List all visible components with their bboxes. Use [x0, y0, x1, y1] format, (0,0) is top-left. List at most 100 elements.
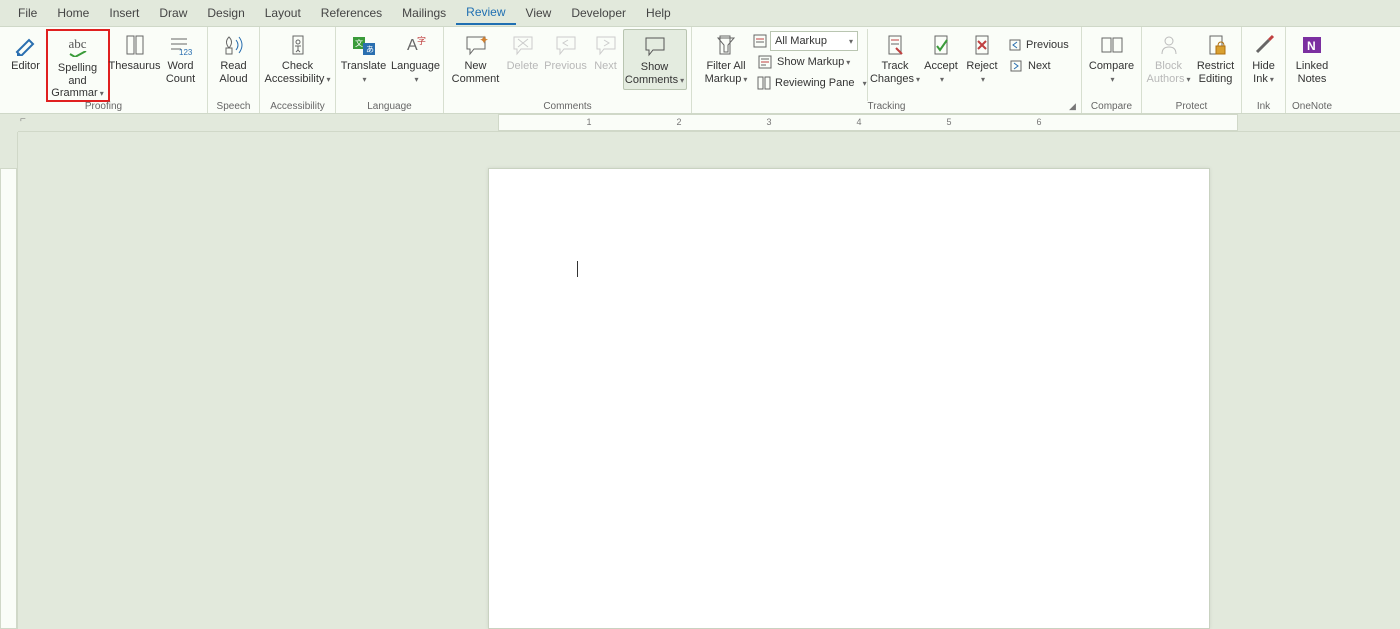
translate-button[interactable]: 文あ Translate▾ [338, 29, 390, 88]
new-comment-button[interactable]: ✦ New Comment [449, 29, 503, 88]
compare-button[interactable]: Compare▾ [1085, 29, 1139, 88]
spelling-grammar-button[interactable]: abc Spelling and Grammar▾ [46, 29, 110, 102]
display-for-review-select[interactable]: All Markup ▾ [770, 31, 858, 51]
group-accessibility-label: Accessibility [260, 101, 335, 112]
compare-label: Compare▾ [1089, 60, 1134, 88]
word-count-label: Word Count [162, 60, 200, 88]
svg-text:N: N [1307, 39, 1316, 53]
thesaurus-icon [125, 32, 145, 58]
delete-comment-button[interactable]: Delete [503, 29, 543, 88]
group-ink-label: Ink [1242, 101, 1285, 112]
workspace [0, 132, 1400, 629]
show-comments-icon [643, 33, 667, 59]
next-change-button[interactable]: Next [1004, 56, 1070, 76]
tab-draw[interactable]: Draw [149, 2, 197, 24]
accept-button[interactable]: Accept▾ [920, 29, 962, 88]
editor-icon [15, 32, 37, 58]
show-markup-button[interactable]: Show Markup▾ [753, 52, 863, 72]
translate-icon: 文あ [352, 32, 376, 58]
ruler-mark: 6 [1036, 117, 1041, 127]
display-review-icon [753, 34, 767, 48]
linked-notes-button[interactable]: N Linked Notes [1289, 29, 1335, 88]
tab-strip: File Home Insert Draw Design Layout Refe… [0, 0, 1400, 26]
tab-references[interactable]: References [311, 2, 392, 24]
new-comment-icon: ✦ [464, 32, 488, 58]
reviewing-pane-icon [757, 75, 771, 91]
language-icon: A字 [405, 32, 427, 58]
previous-change-icon [1008, 37, 1022, 53]
tab-home[interactable]: Home [47, 2, 99, 24]
next-comment-label: Next [594, 60, 617, 88]
tab-file[interactable]: File [8, 2, 47, 24]
read-aloud-icon [222, 32, 246, 58]
block-authors-button[interactable]: Block Authors▾ [1145, 29, 1193, 88]
spelling-label: Spelling and Grammar▾ [50, 62, 106, 100]
language-label: Language▾ [391, 60, 440, 88]
check-accessibility-button[interactable]: Check Accessibility▾ [263, 29, 333, 88]
group-protect: Block Authors▾ Restrict Editing Protect [1142, 27, 1242, 113]
svg-text:123: 123 [179, 48, 193, 55]
svg-text:字: 字 [417, 35, 426, 46]
previous-change-label: Previous [1026, 39, 1069, 51]
ruler-mark: 4 [856, 117, 861, 127]
track-changes-icon [884, 32, 906, 58]
group-ink: Hide Ink▾ Ink [1242, 27, 1286, 113]
tab-layout[interactable]: Layout [255, 2, 311, 24]
document-page[interactable] [488, 168, 1210, 629]
editor-button[interactable]: Editor [6, 29, 46, 88]
ruler-vertical[interactable] [0, 132, 18, 629]
reviewing-pane-label: Reviewing Pane [775, 77, 855, 89]
tab-view[interactable]: View [516, 2, 562, 24]
delete-comment-icon [511, 32, 535, 58]
track-changes-button[interactable]: Track Changes▾ [870, 29, 920, 88]
group-language: 文あ Translate▾ A字 Language▾ Language [336, 27, 444, 113]
word-count-button[interactable]: 123 Word Count [160, 29, 202, 88]
group-comments: ✦ New Comment Delete Previous [444, 27, 692, 113]
group-onenote: N Linked Notes OneNote [1286, 27, 1338, 113]
hide-ink-button[interactable]: Hide Ink▾ [1244, 29, 1284, 88]
filter-markup-button[interactable]: Filter All Markup▾ [701, 29, 751, 88]
previous-comment-label: Previous [544, 60, 587, 88]
tab-mailings[interactable]: Mailings [392, 2, 456, 24]
translate-label: Translate▾ [341, 60, 386, 88]
editor-label: Editor [11, 60, 40, 88]
ruler-horizontal[interactable]: ⌐ 1 2 3 4 5 6 [18, 114, 1400, 132]
accept-icon [931, 32, 951, 58]
ruler-mark: 1 [586, 117, 591, 127]
next-comment-icon [594, 32, 618, 58]
next-comment-button[interactable]: Next [589, 29, 623, 88]
tab-review[interactable]: Review [456, 1, 515, 25]
tab-help[interactable]: Help [636, 2, 681, 24]
tab-design[interactable]: Design [197, 2, 254, 24]
previous-comment-icon [554, 32, 578, 58]
group-comments-label: Comments [444, 101, 691, 112]
restrict-editing-label: Restrict Editing [1195, 60, 1237, 88]
previous-comment-button[interactable]: Previous [543, 29, 589, 88]
accessibility-icon [288, 32, 308, 58]
next-change-label: Next [1028, 60, 1051, 72]
thesaurus-label: Thesaurus [109, 60, 161, 88]
new-comment-label: New Comment [451, 60, 501, 88]
language-button[interactable]: A字 Language▾ [390, 29, 442, 88]
filter-markup-label: Filter All Markup▾ [703, 60, 749, 88]
thesaurus-button[interactable]: Thesaurus [110, 29, 160, 88]
reviewing-pane-button[interactable]: Reviewing Pane ▾ [753, 73, 863, 93]
ruler-mark: 5 [946, 117, 951, 127]
group-onenote-label: OneNote [1286, 101, 1338, 112]
previous-change-button[interactable]: Previous [1004, 35, 1070, 55]
tab-insert[interactable]: Insert [99, 2, 149, 24]
group-language-label: Language [336, 101, 443, 112]
document-canvas[interactable] [18, 132, 1400, 629]
svg-text:あ: あ [366, 45, 374, 54]
read-aloud-label: Read Aloud [213, 60, 255, 88]
group-speech: Read Aloud Speech [208, 27, 260, 113]
restrict-editing-button[interactable]: Restrict Editing [1193, 29, 1239, 88]
reject-button[interactable]: Reject▾ [962, 29, 1002, 88]
tab-developer[interactable]: Developer [561, 2, 636, 24]
read-aloud-button[interactable]: Read Aloud [211, 29, 257, 88]
ruler-mark: 2 [676, 117, 681, 127]
svg-text:✦: ✦ [479, 34, 488, 47]
show-comments-button[interactable]: Show Comments▾ [623, 29, 687, 90]
group-speech-label: Speech [208, 101, 259, 112]
group-tracking: Filter All Markup▾ All Markup ▾ Show Mar… [692, 27, 1082, 113]
